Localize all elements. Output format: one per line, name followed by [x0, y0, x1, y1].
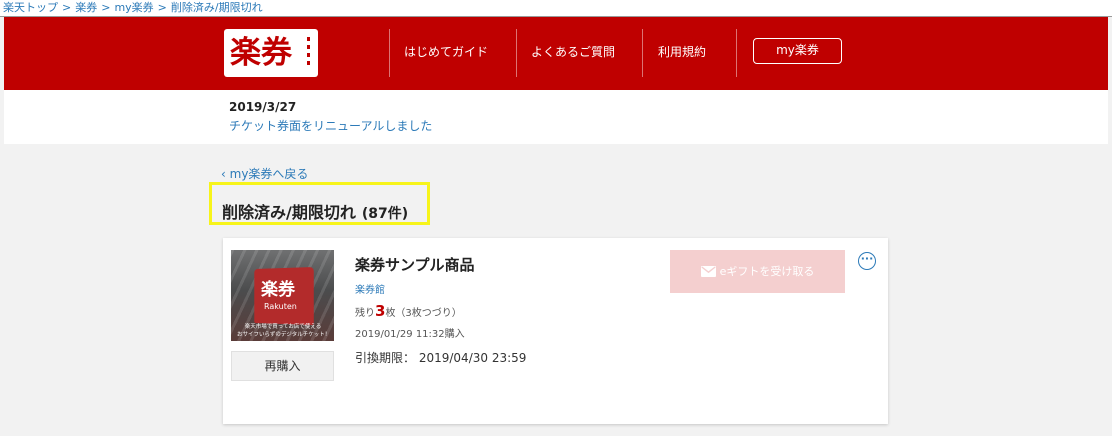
breadcrumb: 楽天トップ > 楽券 > my楽券 > 削除済み/期限切れ [0, 0, 1112, 17]
mail-icon [700, 266, 716, 277]
chevron-left-icon: ‹ [221, 167, 230, 181]
my-rakuken-button[interactable]: my楽券 [753, 38, 842, 64]
remaining-suffix: 枚（3枚つづり） [385, 308, 462, 319]
back-link[interactable]: ‹ my楽券へ戻る [221, 165, 308, 182]
breadcrumb-separator: > [62, 1, 72, 14]
page: 楽天トップ > 楽券 > my楽券 > 削除済み/期限切れ 楽券 はじめてガイド よくあるご… [0, 0, 1112, 436]
remaining-prefix: 残り [355, 308, 375, 319]
thumbnail-caption: 楽天市場で買ってお店で使える [244, 324, 322, 330]
back-link-label: my楽券へ戻る [229, 167, 309, 181]
notice-link[interactable]: チケット券面をリニューアルしました [229, 117, 432, 134]
breadcrumb-my-rakuken[interactable]: my楽券 [114, 1, 153, 14]
thumbnail-caption: おサイフいらずのデジタルチケット！ [237, 332, 331, 338]
nav-divider [516, 29, 517, 77]
nav-beginner-guide[interactable]: はじめてガイド [404, 43, 488, 61]
thumbnail-logo: 楽券 [261, 280, 295, 300]
breadcrumb-separator: > [157, 1, 167, 14]
logo-text: 楽券 [230, 35, 292, 71]
page-title: 削除済み/期限切れ (87件) [222, 199, 408, 223]
expiry-value: 2019/04/30 23:59 [418, 351, 527, 365]
expiry-info: 引換期限： 2019/04/30 23:59 [355, 349, 526, 366]
purchase-date: 2019/01/29 11:32購入 [355, 329, 465, 340]
remaining-count: 残り3枚（3枚つづり） [355, 302, 462, 320]
egift-label: eギフトを受け取る [719, 265, 815, 278]
notice-area: 2019/3/27 チケット券面をリニューアルしました [4, 90, 1108, 144]
breadcrumb-current: 削除済み/期限切れ [170, 1, 263, 14]
remaining-number: 3 [375, 302, 386, 320]
shop-link[interactable]: 楽券館 [355, 281, 385, 296]
page-title-text: 削除済み/期限切れ [222, 203, 356, 222]
rebuy-button[interactable]: 再購入 [231, 351, 334, 381]
notice-date: 2019/3/27 [229, 100, 297, 114]
product-thumbnail[interactable]: 楽券 Rakuten 楽天市場で買ってお店で使える おサイフいらずのデジタルチケ… [231, 250, 334, 341]
ellipsis-circle-icon[interactable]: ··· [858, 252, 876, 270]
nav-terms[interactable]: 利用規約 [658, 43, 706, 61]
page-title-count: (87件) [361, 206, 409, 222]
breadcrumb-rakuken[interactable]: 楽券 [75, 1, 97, 14]
thumbnail-sub: Rakuten [264, 302, 297, 311]
nav-divider [736, 29, 737, 77]
breadcrumb-separator: > [101, 1, 111, 14]
nav-faq[interactable]: よくあるご質問 [531, 43, 615, 61]
site-header: 楽券 はじめてガイド よくあるご質問 利用規約 my楽券 [4, 17, 1108, 90]
product-name[interactable]: 楽券サンプル商品 [355, 254, 475, 275]
ticket-card: 楽券 Rakuten 楽天市場で買ってお店で使える おサイフいらずのデジタルチケ… [223, 238, 888, 424]
egift-receive-button[interactable]: eギフトを受け取る [670, 250, 845, 293]
breadcrumb-rakuten-top[interactable]: 楽天トップ [3, 1, 58, 14]
nav-divider [642, 29, 643, 77]
ticket-perforation-icon [307, 37, 310, 69]
nav-divider [389, 29, 390, 77]
expiry-label: 引換期限： [355, 351, 416, 365]
rakuken-logo[interactable]: 楽券 [224, 29, 318, 77]
